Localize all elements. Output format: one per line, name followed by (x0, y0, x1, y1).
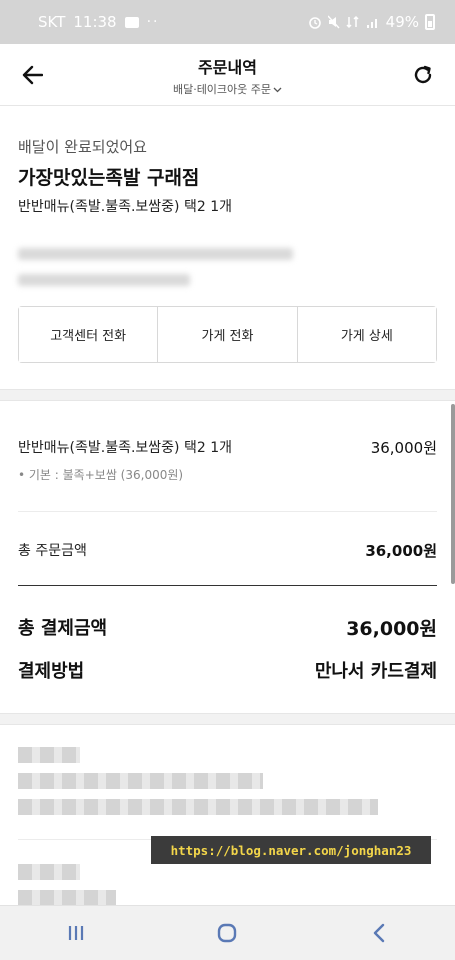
recent-apps-icon (68, 926, 83, 940)
order-total-label: 총 주문금액 (18, 543, 87, 559)
order-summary: 배달이 완료되었어요 가장맛있는족발 구래점 반반매뉴(족발.불족.보쌈중) 택… (0, 106, 455, 389)
system-nav-bar (0, 905, 455, 960)
battery-icon (425, 14, 435, 30)
mute-icon (327, 15, 340, 29)
carrier: SKT (38, 13, 66, 31)
battery-percent: 49% (385, 13, 419, 31)
order-total-row: 총 주문금액 36,000원 (18, 512, 437, 585)
payment-method-label: 결제방법 (18, 661, 85, 682)
call-center-button[interactable]: 고객센터 전화 (19, 307, 159, 362)
chat-icon (124, 16, 139, 28)
home-icon (218, 923, 237, 943)
clock: 11:38 (73, 13, 117, 31)
page-title: 주문내역 (198, 58, 257, 77)
home-button[interactable] (197, 913, 257, 953)
lte-icon (346, 15, 359, 29)
item-price: 36,000원 (370, 439, 437, 457)
redacted-line (18, 773, 263, 789)
recent-apps-button[interactable] (46, 913, 106, 953)
back-button[interactable] (16, 59, 48, 91)
action-buttons: 고객센터 전화 가게 전화 가게 상세 (18, 306, 437, 363)
back-arrow-icon (22, 65, 43, 84)
payment-method-value: 만나서 카드결제 (314, 661, 437, 682)
redacted-order-info (18, 248, 437, 286)
redacted-line (18, 890, 116, 906)
status-bar: SKT 11:38 ·· 49% (0, 0, 455, 44)
payment-total-row: 총 결제금액 36,000원 (18, 586, 437, 641)
menu-summary: 반반매뉴(족발.불족.보쌈중) 택2 1개 (18, 199, 232, 215)
store-name: 가장맛있는족발 구래점 (18, 167, 200, 189)
redacted-line (18, 274, 190, 286)
redacted-line (18, 799, 378, 815)
delivery-status: 배달이 완료되었어요 (18, 138, 147, 156)
order-item: 반반매뉴(족발.불족.보쌈중) 택2 1개 36,000원 (18, 437, 437, 458)
call-store-button[interactable]: 가게 전화 (158, 307, 298, 362)
redacted-line (18, 864, 80, 880)
payment-method-row: 결제방법 만나서 카드결제 (18, 641, 437, 713)
item-name: 반반매뉴(족발.불족.보쌈중) 택2 1개 (18, 440, 232, 456)
section-divider (0, 713, 455, 725)
more-dots: ·· (146, 14, 160, 30)
blog-watermark: https://blog.naver.com/jonghan23 (151, 836, 431, 864)
app-header: 주문내역 배달·테이크아웃 주문 (0, 44, 455, 106)
refresh-icon (414, 65, 432, 83)
refresh-button[interactable] (407, 59, 439, 91)
order-total-value: 36,000원 (365, 542, 437, 560)
payment-details: 반반매뉴(족발.불족.보쌈중) 택2 1개 36,000원 • 기본 : 불족+… (0, 401, 455, 713)
section-divider (0, 389, 455, 401)
payment-total-label: 총 결제금액 (18, 618, 108, 639)
back-chevron-icon (373, 923, 385, 943)
signal-icon (366, 19, 377, 28)
item-option: • 기본 : 불족+보쌈 (36,000원) (18, 468, 184, 482)
order-type-selector[interactable]: 배달·테이크아웃 주문 (173, 81, 282, 97)
payment-total-value: 36,000원 (346, 618, 437, 640)
scrollbar[interactable] (451, 404, 455, 584)
order-type-label: 배달·테이크아웃 주문 (172, 83, 272, 96)
redacted-line (18, 248, 293, 260)
redacted-address-info (0, 725, 455, 906)
redacted-line (18, 747, 80, 763)
store-detail-button[interactable]: 가게 상세 (297, 307, 436, 362)
back-nav-button[interactable] (349, 913, 409, 953)
chevron-down-icon (273, 87, 282, 93)
alarm-icon (308, 17, 321, 29)
